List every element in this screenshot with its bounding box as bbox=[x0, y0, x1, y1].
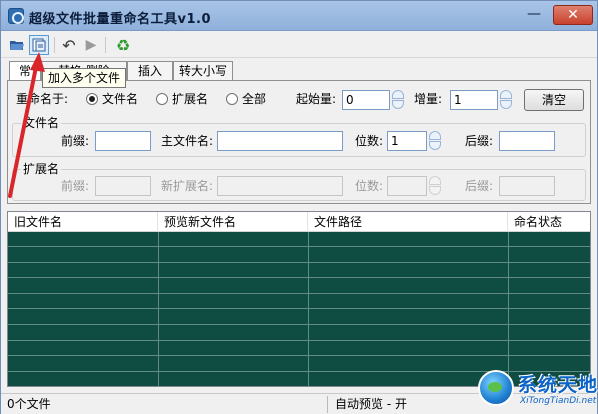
toolbar-separator bbox=[105, 37, 106, 53]
table-row[interactable] bbox=[8, 294, 590, 310]
app-icon bbox=[8, 8, 24, 24]
radio-filename-label[interactable]: 文件名 bbox=[102, 89, 138, 109]
undo-button[interactable]: ↶ bbox=[59, 35, 79, 55]
radio-extension-label[interactable]: 扩展名 bbox=[172, 89, 208, 109]
table-row[interactable] bbox=[8, 326, 590, 341]
add-multiple-files-button[interactable] bbox=[29, 35, 49, 55]
add-files-tooltip: 加入多个文件 bbox=[42, 68, 127, 88]
extension-group-title: 扩展名 bbox=[21, 162, 62, 176]
minimize-button[interactable]: — bbox=[521, 5, 547, 25]
column-divider bbox=[158, 232, 159, 386]
column-divider bbox=[308, 232, 309, 386]
extension-prefix-label: 前缀: bbox=[61, 179, 90, 193]
start-label: 起始量: bbox=[296, 92, 337, 106]
radio-all[interactable] bbox=[226, 93, 238, 105]
main-filename-label: 主文件名: bbox=[161, 134, 214, 148]
play-icon: ▶ bbox=[85, 37, 97, 53]
settings-panel: 重命名于: 文件名 扩展名 全部 起始量: 0 增量: 1 清空 文件名 前缀:… bbox=[7, 80, 591, 204]
close-button[interactable]: ✕ bbox=[553, 5, 593, 25]
column-divider bbox=[508, 232, 509, 386]
table-header: 旧文件名 预览新文件名 文件路径 命名状态 bbox=[8, 212, 590, 232]
filename-suffix-label: 后缀: bbox=[465, 134, 494, 148]
open-folder-button[interactable] bbox=[7, 35, 27, 55]
app-window: 超级文件批量重命名工具v1.0 — ✕ ↶ ▶ ♻ 常 替换 删除 插入 转大小… bbox=[0, 0, 598, 414]
main-filename-input[interactable] bbox=[217, 131, 343, 151]
tab-case-convert[interactable]: 转大小写 bbox=[173, 61, 233, 80]
tab-general[interactable]: 常 bbox=[9, 61, 41, 81]
table-row[interactable] bbox=[8, 248, 590, 263]
extension-digits-label: 位数: bbox=[355, 179, 384, 193]
column-old-filename[interactable]: 旧文件名 bbox=[8, 212, 158, 232]
watermark-title: 系统天地 bbox=[518, 374, 598, 396]
new-extension-label: 新扩展名: bbox=[161, 179, 214, 193]
table-row[interactable] bbox=[8, 310, 590, 325]
filename-group: 文件名 前缀: 主文件名: 位数: 1 后缀: bbox=[12, 116, 586, 157]
filename-prefix-label: 前缀: bbox=[61, 134, 90, 148]
file-count-status: 0个文件 bbox=[7, 397, 51, 411]
extension-digits-input[interactable] bbox=[387, 176, 427, 196]
globe-logo-icon bbox=[478, 370, 514, 406]
add-files-icon bbox=[32, 38, 46, 52]
watermark-url: XiTongTianDi.net bbox=[520, 396, 597, 406]
increment-spinner[interactable] bbox=[499, 90, 513, 110]
auto-preview-status: 自动预览 - 开 bbox=[335, 397, 407, 411]
toolbar-separator bbox=[54, 37, 55, 53]
toolbar: ↶ ▶ ♻ bbox=[1, 32, 597, 58]
recycle-icon: ♻ bbox=[115, 35, 131, 55]
redo-button[interactable]: ▶ bbox=[81, 35, 101, 55]
site-watermark: 系统天地 XiTongTianDi.net bbox=[478, 368, 598, 412]
radio-all-label[interactable]: 全部 bbox=[242, 89, 266, 109]
folder-icon bbox=[10, 41, 24, 50]
table-row[interactable] bbox=[8, 232, 590, 247]
filename-digits-input[interactable]: 1 bbox=[387, 131, 427, 151]
radio-filename[interactable] bbox=[86, 93, 98, 105]
table-row[interactable] bbox=[8, 263, 590, 279]
radio-extension[interactable] bbox=[156, 93, 168, 105]
filename-suffix-input[interactable] bbox=[499, 131, 555, 151]
start-spinner[interactable] bbox=[391, 90, 405, 110]
title-bar[interactable]: 超级文件批量重命名工具v1.0 — ✕ bbox=[1, 1, 597, 31]
filename-digits-label: 位数: bbox=[355, 134, 384, 148]
window-title: 超级文件批量重命名工具v1.0 bbox=[29, 12, 212, 27]
filename-prefix-input[interactable] bbox=[95, 131, 151, 151]
column-rename-status[interactable]: 命名状态 bbox=[508, 212, 590, 232]
table-row[interactable] bbox=[8, 279, 590, 294]
recycle-button[interactable]: ♻ bbox=[113, 35, 133, 55]
extension-suffix-input[interactable] bbox=[499, 176, 555, 196]
rename-target-label: 重命名于: bbox=[16, 92, 69, 106]
column-file-path[interactable]: 文件路径 bbox=[308, 212, 508, 232]
extension-prefix-input[interactable] bbox=[95, 176, 151, 196]
undo-icon: ↶ bbox=[62, 35, 76, 55]
extension-group: 扩展名 前缀: 新扩展名: 位数: 后缀: bbox=[12, 162, 586, 201]
filename-digits-spinner[interactable] bbox=[428, 131, 442, 151]
increment-input[interactable]: 1 bbox=[450, 90, 498, 110]
filename-group-title: 文件名 bbox=[21, 116, 62, 130]
clear-button[interactable]: 清空 bbox=[524, 89, 584, 111]
extension-digits-spinner[interactable] bbox=[428, 176, 442, 196]
start-input[interactable]: 0 bbox=[342, 90, 390, 110]
column-preview-new-filename[interactable]: 预览新文件名 bbox=[158, 212, 308, 232]
tab-insert[interactable]: 插入 bbox=[127, 61, 173, 80]
extension-suffix-label: 后缀: bbox=[465, 179, 494, 193]
file-table[interactable]: 旧文件名 预览新文件名 文件路径 命名状态 bbox=[7, 211, 591, 387]
increment-label: 增量: bbox=[414, 92, 443, 106]
status-divider bbox=[327, 396, 328, 413]
table-body bbox=[8, 232, 590, 386]
new-extension-input[interactable] bbox=[217, 176, 343, 196]
table-row[interactable] bbox=[8, 341, 590, 357]
